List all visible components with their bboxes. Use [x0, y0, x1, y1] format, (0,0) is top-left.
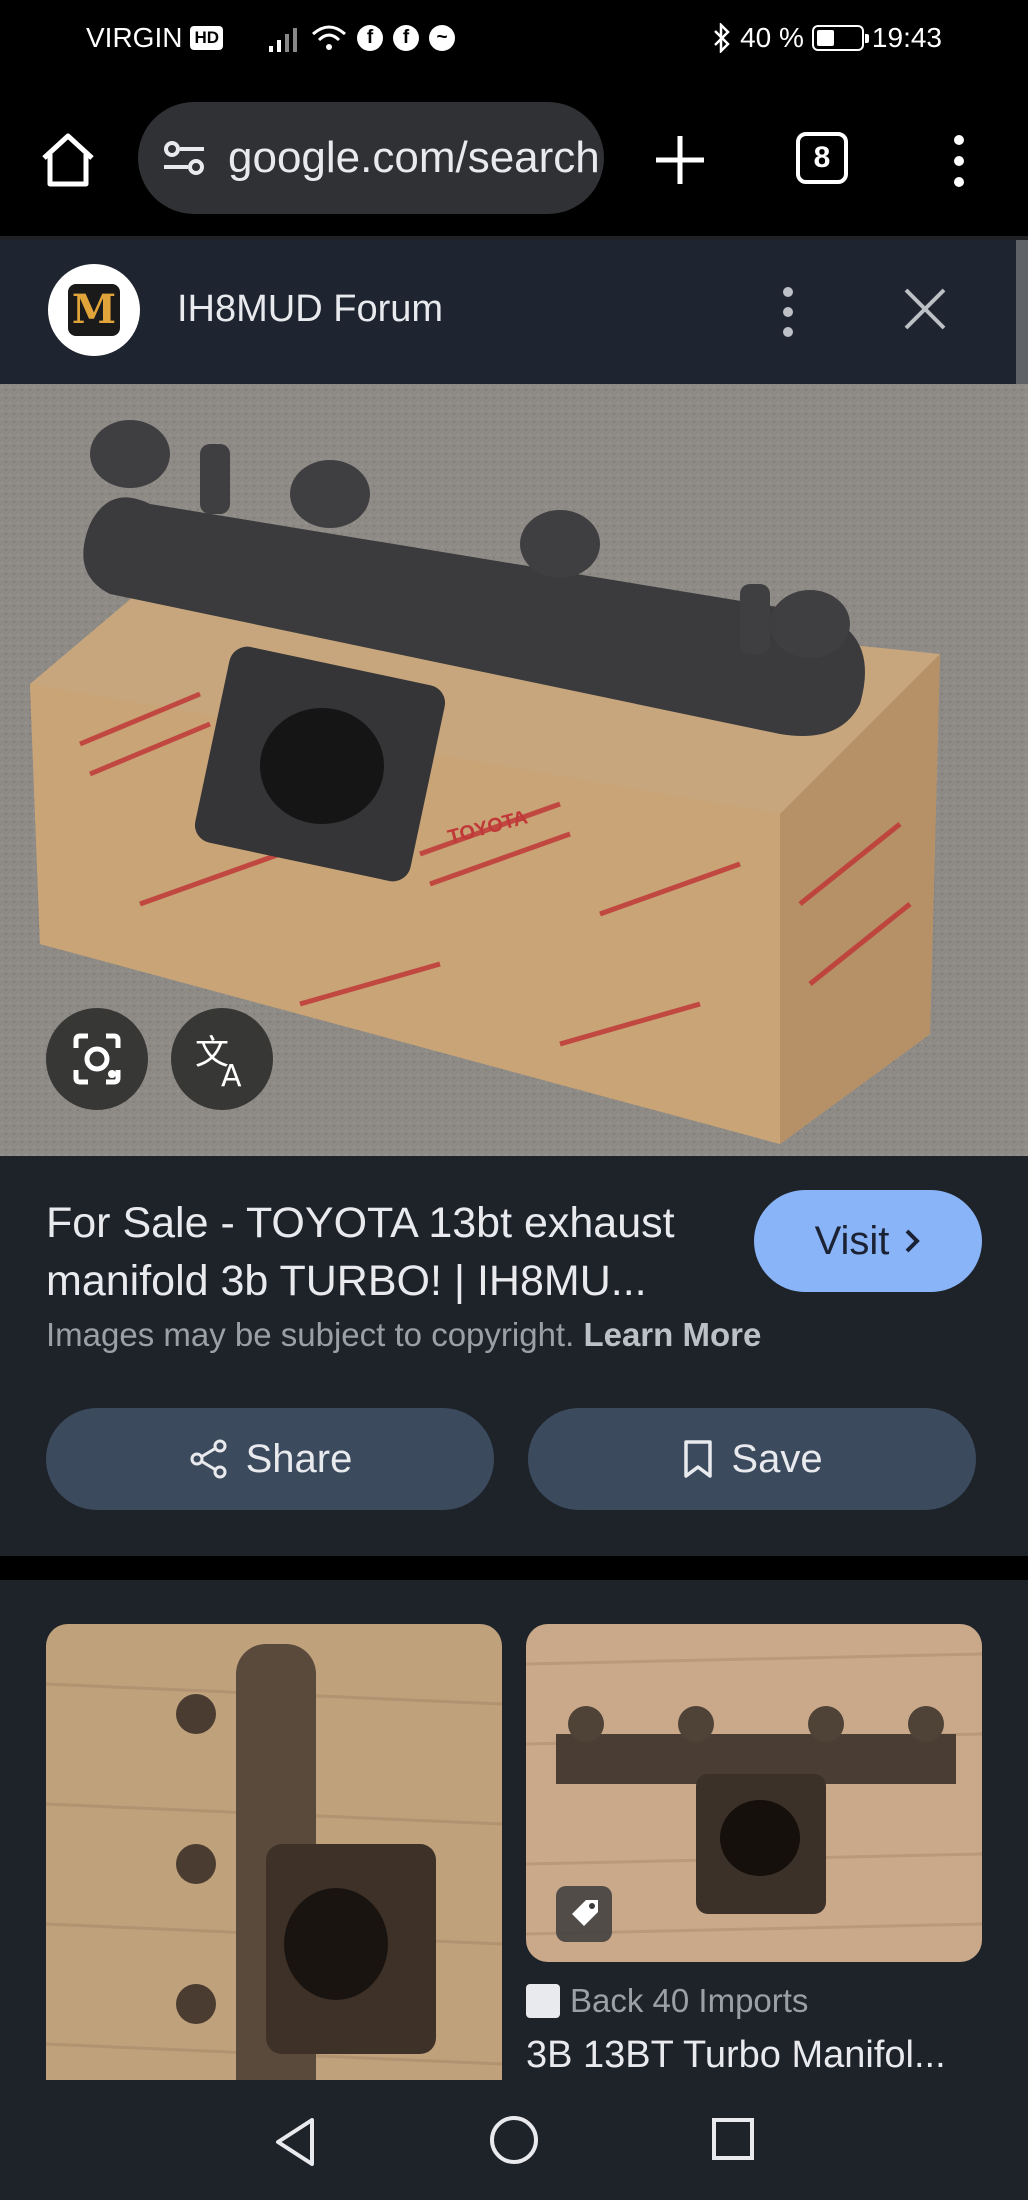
related-results — [0, 1580, 1028, 2124]
share-label: Share — [245, 1436, 353, 1481]
bluetooth-icon — [714, 23, 730, 53]
lens-icon — [73, 1033, 121, 1085]
url-text[interactable]: google.com/search — [228, 133, 600, 183]
related-title[interactable]: 3B 13BT Turbo Manifol... — [526, 2034, 986, 2077]
svg-text:A: A — [221, 1059, 242, 1094]
messenger-icon: ~ — [429, 25, 456, 51]
back-icon[interactable] — [270, 2114, 320, 2170]
close-icon[interactable] — [900, 284, 950, 334]
tab-switcher-button[interactable]: 8 — [796, 132, 848, 184]
browser-toolbar: google.com/search 8 — [0, 80, 1028, 236]
translate-icon: 文 A — [195, 1033, 242, 1094]
status-bar: VIRGIN HD f f ~ 40 % 19:43 — [0, 0, 1028, 80]
status-icons: f f ~ — [267, 24, 456, 52]
site-logo: M — [68, 284, 120, 336]
share-icon — [190, 1439, 227, 1479]
source-name: Back 40 Imports — [570, 1982, 809, 2019]
home-circle-icon[interactable] — [488, 2114, 540, 2166]
lens-search-button[interactable] — [46, 1008, 148, 1110]
url-bar[interactable]: google.com/search — [138, 102, 604, 214]
overflow-menu-icon[interactable] — [944, 132, 974, 190]
related-source[interactable]: Back 40 Imports — [526, 1982, 808, 2020]
battery-percent: 40 % — [740, 22, 804, 53]
section-divider — [0, 1556, 1028, 1580]
new-tab-icon[interactable] — [650, 130, 710, 190]
learn-more-link[interactable]: Learn More — [583, 1316, 761, 1353]
copyright-notice: Images may be subject to copyright. Lear… — [46, 1316, 761, 1354]
translate-button[interactable]: 文 A — [171, 1008, 273, 1110]
battery-icon — [811, 25, 869, 51]
related-image[interactable] — [46, 1624, 502, 2124]
home-icon[interactable] — [36, 128, 100, 192]
system-nav-bar — [0, 2080, 1028, 2200]
tag-icon — [572, 1900, 598, 1926]
carrier-label: VIRGIN — [86, 22, 183, 53]
battery-fill — [816, 30, 834, 46]
recent-apps-icon[interactable] — [710, 2116, 756, 2162]
site-title: IH8MUD Forum — [177, 288, 444, 330]
save-label: Save — [731, 1436, 823, 1481]
result-title[interactable]: For Sale - TOYOTA 13bt exhaust manifold … — [46, 1194, 726, 1310]
signal-icon — [269, 28, 298, 52]
result-info-panel: For Sale - TOYOTA 13bt exhaust manifold … — [0, 1156, 1028, 1556]
facebook-icon: f — [357, 25, 384, 51]
copyright-text: Images may be subject to copyright. — [46, 1316, 575, 1353]
more-options-icon[interactable] — [778, 284, 798, 340]
product-tag-badge — [556, 1886, 612, 1942]
clock: 19:43 — [871, 22, 942, 53]
bookmark-icon — [684, 1440, 713, 1478]
status-right: 40 % 19:43 — [712, 22, 942, 54]
share-button[interactable]: Share — [46, 1408, 494, 1510]
save-button[interactable]: Save — [528, 1408, 976, 1510]
site-header: M IH8MUD Forum — [0, 240, 1016, 384]
site-settings-icon[interactable] — [160, 133, 210, 183]
source-favicon — [526, 1984, 560, 2018]
site-favicon: M — [48, 264, 140, 356]
chevron-right-icon — [906, 1229, 921, 1253]
facebook-icon: f — [393, 25, 420, 51]
main-image[interactable]: TOYOTA — [0, 384, 1028, 1156]
visit-label: Visit — [814, 1218, 890, 1263]
wifi-icon — [312, 25, 347, 50]
status-left: VIRGIN HD f f ~ — [86, 22, 456, 54]
scrollbar[interactable] — [1016, 240, 1028, 384]
hd-badge: HD — [190, 26, 224, 50]
visit-button[interactable]: Visit — [754, 1190, 982, 1292]
